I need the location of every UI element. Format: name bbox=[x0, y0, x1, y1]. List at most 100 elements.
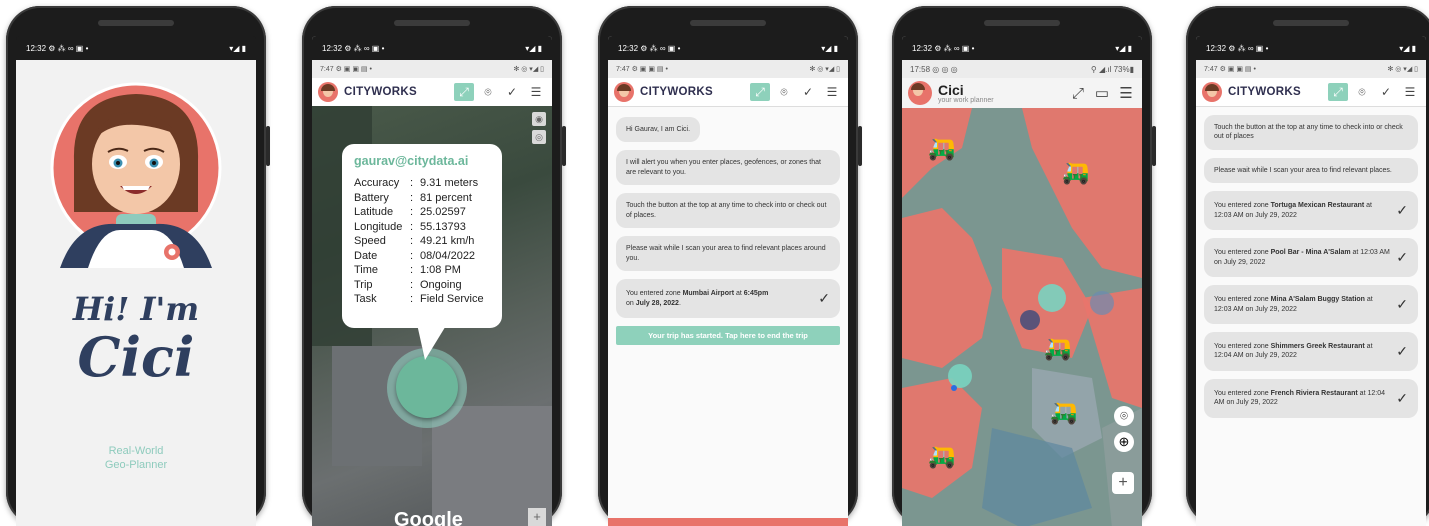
app-title: Cici bbox=[938, 81, 964, 98]
route-icon[interactable]: ⤢ bbox=[1328, 83, 1348, 101]
inner-status-bar: 7:47 ⚙ ▣ ▣ ▤ • ✻ ◎ ▾◢ ▯ bbox=[312, 60, 552, 78]
inner-icons: ⚙ ▣ ▣ ▤ • bbox=[631, 66, 668, 73]
chat-message: Touch the button at the top at any time … bbox=[1204, 115, 1418, 150]
volume-button bbox=[266, 126, 270, 166]
zoom-in-button[interactable]: + bbox=[528, 508, 546, 526]
golf-cart-icon[interactable]: 🛺 bbox=[1062, 160, 1089, 186]
check-icon[interactable]: ✓ bbox=[1376, 83, 1396, 101]
satellite-map[interactable]: ◉ ◎ gaurav@citydata.ai Accuracy:9.31 met… bbox=[312, 106, 552, 526]
phone-map-tracker: 12:32 ⚙ ⁂ ∞ ▣ • ▾◢ ▮ 7:47 ⚙ ▣ ▣ ▤ • ✻ ◎ … bbox=[302, 6, 566, 526]
brand-name: CITYWORKS bbox=[640, 86, 713, 98]
app-header: CITYWORKS ⤢ ⌾ ✓ ☰ bbox=[1196, 78, 1426, 107]
status-time: 12:32 bbox=[912, 43, 933, 53]
stat-label: Speed bbox=[354, 235, 386, 247]
route-icon[interactable]: ⤢ bbox=[750, 83, 770, 101]
inner-status-bar: 7:47 ⚙ ▣ ▣ ▤ • ✻ ◎ ▾◢ ▯ bbox=[608, 60, 848, 78]
zone-log: Touch the button at the top at any time … bbox=[1196, 107, 1426, 418]
location-pin-icon[interactable]: ⌾ bbox=[774, 83, 794, 101]
inner-time: 17:58 bbox=[910, 64, 931, 74]
status-signal: ▾◢ ▮ bbox=[821, 43, 838, 53]
status-signal: ▾◢ ▮ bbox=[525, 43, 542, 53]
check-icon[interactable]: ✓ bbox=[1396, 295, 1408, 314]
stat-value: 81 percent bbox=[420, 191, 472, 204]
stat-value: 49.21 km/h bbox=[420, 235, 475, 247]
golf-cart-icon[interactable]: 🛺 bbox=[1044, 336, 1071, 362]
stat-separator: : bbox=[410, 220, 414, 233]
zone-entry-text: You entered zone Mina A'Salam Buggy Stat… bbox=[1214, 296, 1373, 313]
location-pin-icon[interactable]: ⌾ bbox=[478, 83, 498, 101]
golf-cart-icon[interactable]: 🛺 bbox=[928, 444, 955, 470]
avatar[interactable] bbox=[318, 82, 338, 102]
status-bar: 12:32 ⚙ ⁂ ∞ ▣ • ▾◢ ▮ bbox=[1196, 36, 1426, 60]
status-time: 12:32 bbox=[1206, 43, 1227, 53]
avatar[interactable] bbox=[1202, 82, 1222, 102]
zone-entry-text: You entered zone Mumbai Airport at 6:45p… bbox=[626, 290, 769, 307]
stat-separator: : bbox=[410, 235, 414, 247]
check-icon[interactable]: ✓ bbox=[1396, 389, 1408, 408]
check-icon[interactable]: ✓ bbox=[1396, 248, 1408, 267]
status-icons: ⚙ ⁂ ∞ ▣ • bbox=[640, 43, 681, 53]
menu-icon[interactable]: ☰ bbox=[1116, 84, 1136, 102]
phone-chat: 12:32 ⚙ ⁂ ∞ ▣ • ▾◢ ▮ 7:47 ⚙ ▣ ▣ ▤ • ✻ ◎ … bbox=[598, 6, 862, 526]
zone-entry-list: You entered zone Tortuga Mexican Restaur… bbox=[1196, 191, 1426, 418]
stat-value: Ongoing bbox=[420, 278, 462, 291]
menu-icon[interactable]: ☰ bbox=[1400, 83, 1420, 101]
stat-separator: : bbox=[410, 249, 414, 262]
avatar[interactable] bbox=[614, 82, 634, 102]
stat-value: Field Service bbox=[420, 293, 484, 305]
stat-separator: : bbox=[410, 293, 414, 305]
compass-icon[interactable]: ◉ bbox=[532, 112, 546, 126]
current-location-marker[interactable] bbox=[396, 356, 458, 418]
stat-row: Date:08/04/2022 bbox=[354, 249, 490, 264]
greeting-line-1: Hi! I'm bbox=[72, 290, 200, 328]
chat-icon[interactable]: ▭ bbox=[1092, 84, 1112, 102]
golf-cart-icon[interactable]: 🛺 bbox=[1050, 400, 1077, 426]
route-icon[interactable]: ⤢ bbox=[1068, 84, 1088, 102]
map-logo: Google bbox=[394, 509, 463, 526]
check-icon[interactable]: ✓ bbox=[798, 83, 818, 101]
stat-separator: : bbox=[410, 177, 414, 189]
welcome-screen: Hi! I'm Cici Real-World Geo-Planner bbox=[16, 60, 256, 526]
speaker bbox=[1273, 20, 1349, 26]
location-pin-icon[interactable]: ⌾ bbox=[1352, 83, 1372, 101]
tagline-line-1: Real-World bbox=[108, 445, 164, 457]
golf-cart-icon[interactable]: 🛺 bbox=[928, 136, 955, 162]
check-icon[interactable]: ✓ bbox=[818, 289, 830, 308]
globe-icon[interactable]: ⊕ bbox=[1114, 432, 1134, 452]
chat-message: Please wait while I scan your area to fi… bbox=[1204, 157, 1418, 184]
zone-map[interactable]: 🛺 🛺 🛺 🛺 🛺 ⌾ ⊕ + bbox=[902, 108, 1142, 526]
brand-name: CITYWORKS bbox=[1228, 86, 1301, 98]
menu-icon[interactable]: ☰ bbox=[822, 83, 842, 101]
trip-banner[interactable]: Your trip has started. Tap here to end t… bbox=[616, 325, 840, 345]
location-pin-icon[interactable]: ⌾ bbox=[1114, 406, 1134, 426]
phone-zone-log: 12:32 ⚙ ⁂ ∞ ▣ • ▾◢ ▮ 7:47 ⚙ ▣ ▣ ▤ • ✻ ◎ … bbox=[1186, 6, 1429, 526]
phone-zone-map: 12:32 ⚙ ⁂ ∞ ▣ • ▾◢ ▮ 17:58 ◎ ◎ ◎ ⚲ ◢.ıl … bbox=[892, 6, 1156, 526]
stat-value: 9.31 meters bbox=[420, 177, 479, 189]
stat-separator: : bbox=[410, 206, 414, 218]
stat-row: Battery:81 percent bbox=[354, 191, 490, 206]
inner-signal: ✻ ◎ ▾◢ ▯ bbox=[513, 66, 544, 73]
inner-signal: ✻ ◎ ▾◢ ▯ bbox=[809, 66, 840, 73]
status-time: 12:32 bbox=[322, 43, 343, 53]
stat-label: Latitude bbox=[354, 206, 394, 218]
inner-icons: ⚙ ▣ ▣ ▤ • bbox=[335, 66, 372, 73]
avatar[interactable] bbox=[908, 81, 932, 105]
zoom-in-button[interactable]: + bbox=[1112, 472, 1134, 494]
check-icon[interactable]: ✓ bbox=[502, 83, 522, 101]
stat-row: Time:1:08 PM bbox=[354, 263, 490, 278]
route-icon[interactable]: ⤢ bbox=[454, 83, 474, 101]
layers-icon[interactable]: ◎ bbox=[532, 130, 546, 144]
zone-entry-message: You entered zone Shimmers Greek Restaura… bbox=[1204, 331, 1418, 371]
phone-welcome: 12:32 ⚙ ⁂ ∞ ▣ • ▾◢ ▮ Hi! I'm Cici Real-W… bbox=[6, 6, 270, 526]
volume-button bbox=[562, 126, 566, 166]
status-icons: ⚙ ⁂ ∞ ▣ • bbox=[1228, 43, 1269, 53]
zone-entry-text: You entered zone Pool Bar - Mina A'Salam… bbox=[1214, 249, 1390, 266]
stat-row: Speed:49.21 km/h bbox=[354, 234, 490, 249]
check-icon[interactable]: ✓ bbox=[1396, 342, 1408, 361]
stat-row: Task: Field Service bbox=[354, 292, 490, 307]
menu-icon[interactable]: ☰ bbox=[526, 83, 546, 101]
zone-entry-text: You entered zone Shimmers Greek Restaura… bbox=[1214, 342, 1373, 360]
stat-value: 55.13793 bbox=[420, 220, 466, 233]
zone-entry-text: You entered zone Tortuga Mexican Restaur… bbox=[1214, 202, 1372, 219]
check-icon[interactable]: ✓ bbox=[1396, 201, 1408, 220]
